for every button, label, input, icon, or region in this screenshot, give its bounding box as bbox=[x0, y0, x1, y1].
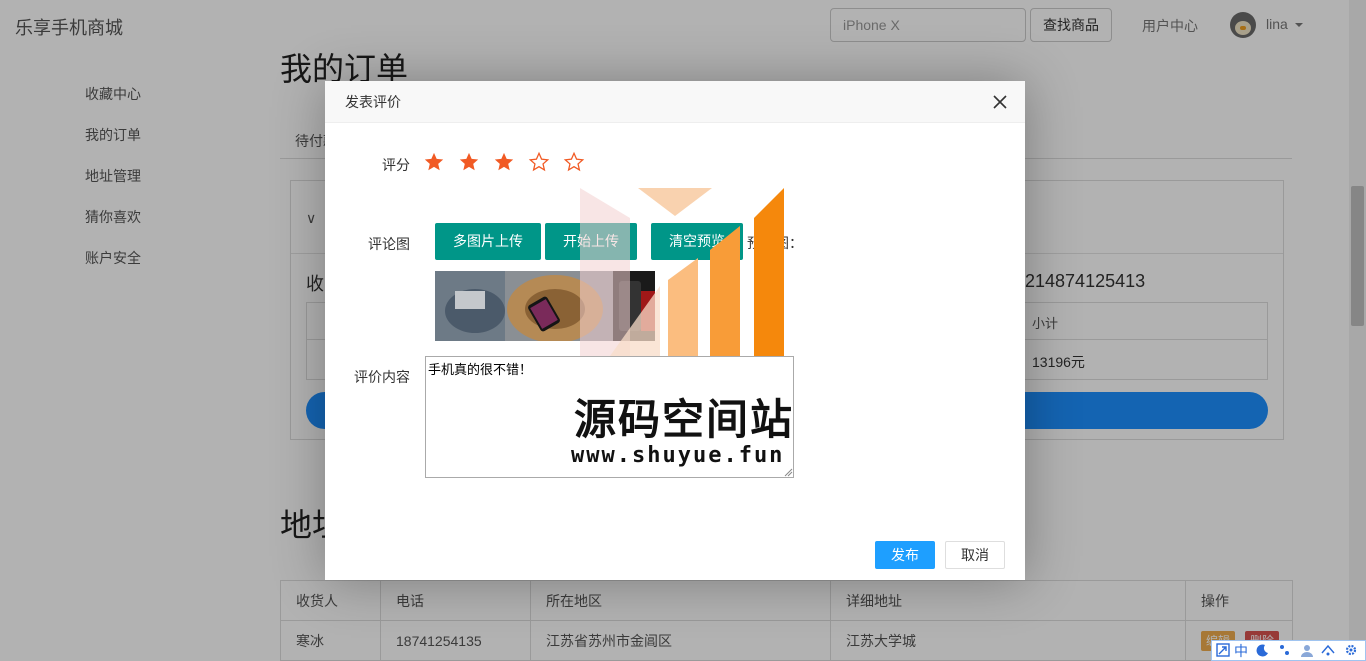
moon-icon[interactable] bbox=[1256, 643, 1270, 657]
star-outline-icon-4[interactable] bbox=[528, 151, 550, 173]
start-upload-button[interactable]: 开始上传 bbox=[545, 223, 637, 260]
images-label: 评论图 bbox=[368, 236, 410, 252]
preview-image-1[interactable] bbox=[435, 271, 613, 341]
rating-label: 评分 bbox=[382, 157, 410, 173]
resize-handle-icon[interactable] bbox=[784, 468, 793, 477]
cancel-button[interactable]: 取消 bbox=[945, 541, 1005, 569]
ime-toolbar: 中 bbox=[1211, 640, 1366, 661]
star-icon-2[interactable] bbox=[458, 151, 480, 173]
close-icon[interactable] bbox=[991, 93, 1009, 111]
multi-image-upload-button[interactable]: 多图片上传 bbox=[435, 223, 541, 260]
dialog-title: 发表评价 bbox=[325, 81, 1025, 123]
skin-icon[interactable] bbox=[1320, 643, 1336, 657]
star-outline-icon-5[interactable] bbox=[563, 151, 585, 173]
watermark-title: 源码空间站 bbox=[574, 395, 795, 444]
gear-icon[interactable] bbox=[1344, 643, 1358, 657]
preview-images bbox=[435, 271, 655, 341]
content-label: 评价内容 bbox=[354, 369, 410, 385]
watermark-url: www.shuyue.fun bbox=[571, 443, 785, 468]
preview-label: 预览图： bbox=[747, 235, 803, 251]
ime-expand-icon[interactable] bbox=[1216, 643, 1230, 657]
publish-button[interactable]: 发布 bbox=[875, 541, 935, 569]
user-icon[interactable] bbox=[1300, 643, 1314, 657]
punctuation-icon[interactable] bbox=[1278, 643, 1292, 657]
ime-mode-indicator[interactable]: 中 bbox=[1234, 642, 1248, 660]
star-icon-1[interactable] bbox=[423, 151, 445, 173]
preview-image-2[interactable] bbox=[613, 271, 655, 341]
clear-preview-button[interactable]: 清空预览 bbox=[651, 223, 743, 260]
star-icon-3[interactable] bbox=[493, 151, 515, 173]
review-dialog: 发表评价 评分 评论图 多图片上传 开始上传 清空预览 预览图： 评价内容 手机… bbox=[325, 81, 1025, 580]
